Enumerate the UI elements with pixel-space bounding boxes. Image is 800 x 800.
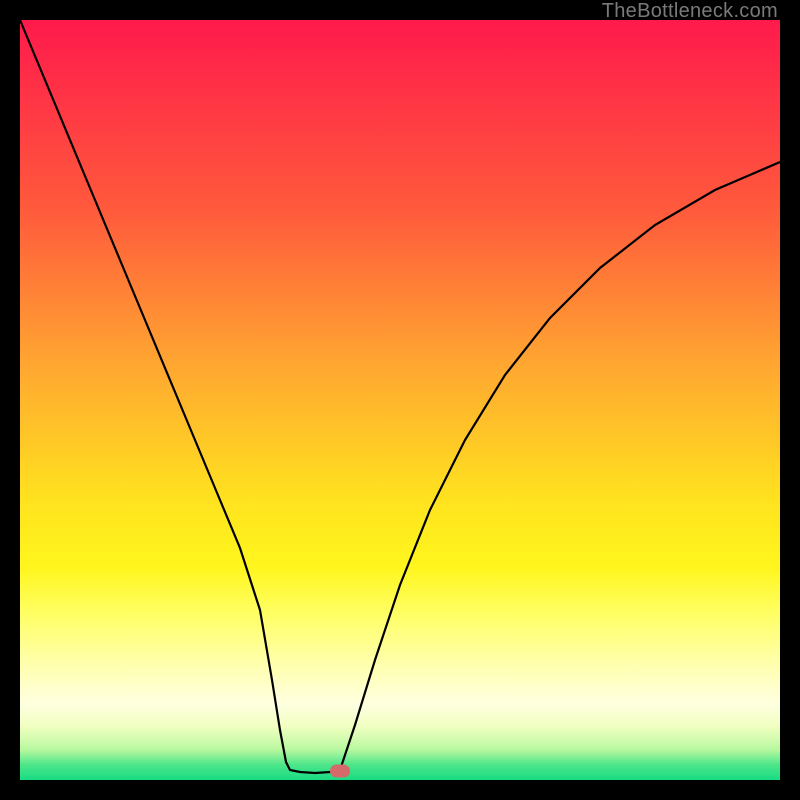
bottleneck-curve bbox=[20, 20, 780, 780]
optimum-marker bbox=[330, 765, 350, 778]
plot-area bbox=[20, 20, 780, 780]
chart-frame: TheBottleneck.com bbox=[0, 0, 800, 800]
curve-path bbox=[20, 20, 780, 773]
